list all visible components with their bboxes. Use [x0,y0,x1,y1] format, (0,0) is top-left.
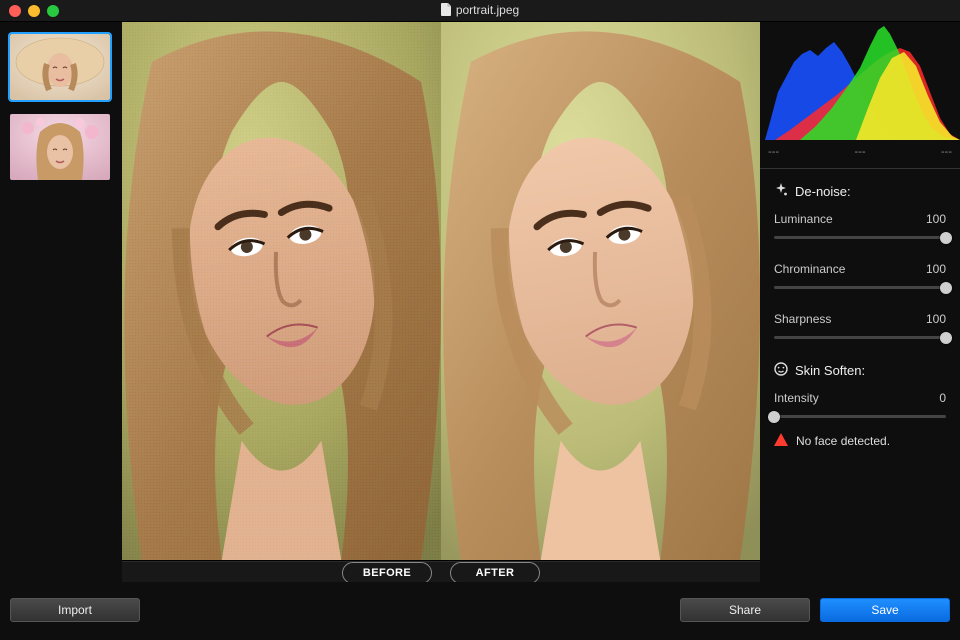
thumbnail-2[interactable] [10,114,110,180]
chrominance-slider-row: Chrominance 100 [774,262,946,294]
save-button[interactable]: Save [820,598,950,622]
sharpness-value: 100 [926,312,946,326]
intensity-slider[interactable] [774,411,946,423]
chrominance-value: 100 [926,262,946,276]
import-button[interactable]: Import [10,598,140,622]
hist-mid: --- [855,146,866,158]
sharpness-slider[interactable] [774,332,946,344]
chrominance-label: Chrominance [774,262,845,276]
intensity-label: Intensity [774,391,819,405]
sparkle-icon [774,183,788,200]
luminance-value: 100 [926,212,946,226]
intensity-value: 0 [939,391,946,405]
filename: portrait.jpeg [456,3,519,17]
after-image[interactable] [441,22,760,560]
histogram-values: --- --- --- [768,146,952,158]
after-button[interactable]: AFTER [450,562,540,584]
denoise-section-title: De-noise: [774,183,946,200]
before-image[interactable] [122,22,441,560]
intensity-slider-row: Intensity 0 [774,391,946,423]
document-icon [441,3,452,19]
histogram [760,22,960,142]
chrominance-slider[interactable] [774,282,946,294]
face-warning: No face detected. [774,433,946,449]
hist-right: --- [941,146,952,158]
window-title: portrait.jpeg [0,3,960,19]
sharpness-slider-row: Sharpness 100 [774,312,946,344]
thumbnail-sidebar [0,22,122,582]
warning-text: No face detected. [796,434,890,448]
skin-section-title: Skin Soften: [774,362,946,379]
minimize-icon[interactable] [28,5,40,17]
luminance-label: Luminance [774,212,833,226]
titlebar: portrait.jpeg [0,0,960,22]
hist-left: --- [768,146,779,158]
footer-bar: Import Share Save [0,582,960,640]
window-controls [9,5,59,17]
close-icon[interactable] [9,5,21,17]
divider [760,168,960,169]
sharpness-label: Sharpness [774,312,831,326]
luminance-slider[interactable] [774,232,946,244]
face-icon [774,362,788,379]
before-button[interactable]: BEFORE [342,562,432,584]
compare-toggle-row: BEFORE AFTER [122,561,760,584]
zoom-icon[interactable] [47,5,59,17]
warning-icon [774,433,788,449]
adjustments-panel: --- --- --- De-noise: Luminance 100 Chro… [760,22,960,582]
share-button[interactable]: Share [680,598,810,622]
luminance-slider-row: Luminance 100 [774,212,946,244]
editor-canvas: BEFORE AFTER [122,22,760,582]
thumbnail-1[interactable] [10,34,110,100]
